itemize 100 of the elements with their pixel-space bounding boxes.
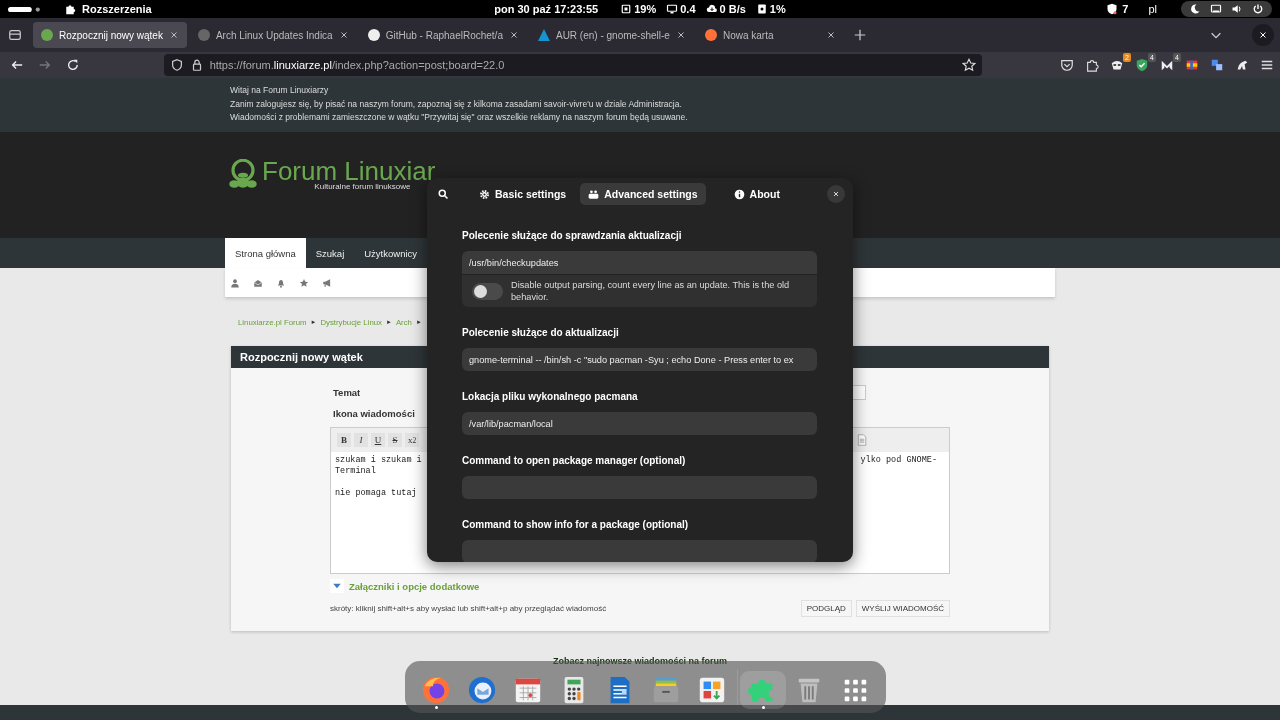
indicator-value[interactable]: 0.4 — [680, 3, 696, 15]
close-button[interactable] — [1252, 24, 1274, 46]
puzzle-icon[interactable] — [1085, 58, 1099, 72]
format-button[interactable]: I — [354, 433, 368, 447]
new-tab-button[interactable] — [852, 28, 867, 42]
archive-icon — [651, 675, 681, 705]
preview-button[interactable]: PODGLĄD — [800, 600, 852, 617]
indicator-value[interactable]: 19% — [634, 3, 657, 15]
site-icon — [537, 29, 550, 41]
toggle-label: Disable output parsing, count every line as an update. This is the old behavior. — [511, 279, 791, 303]
site-icon — [704, 29, 717, 41]
browser-tab[interactable]: Arch Linux Updates Indica — [189, 22, 357, 48]
people-icon — [588, 188, 600, 200]
security-count[interactable]: 7 — [1122, 3, 1129, 15]
bell-icon[interactable] — [276, 277, 286, 288]
close-button[interactable] — [827, 185, 845, 203]
close-icon[interactable] — [508, 30, 519, 40]
moon-icon — [1189, 3, 1201, 15]
extension-icon[interactable] — [1160, 58, 1174, 72]
reload-button[interactable] — [65, 58, 80, 72]
format-button[interactable]: B — [337, 433, 351, 447]
settings-tab[interactable]: Basic settings — [471, 183, 575, 205]
workspaces-icon[interactable] — [8, 5, 42, 13]
shield-icon[interactable] — [1106, 3, 1119, 15]
app-menu[interactable]: Rozszerzenia — [82, 3, 152, 15]
download-icon — [705, 3, 718, 15]
star-icon[interactable] — [962, 58, 976, 72]
keyboard-layout[interactable]: pl — [1148, 3, 1157, 15]
power-icon — [1252, 3, 1264, 15]
menu-tab[interactable]: Użytkownicy — [354, 238, 428, 268]
running-indicator — [434, 706, 438, 709]
field-label: Ikona wiadomości — [333, 408, 415, 419]
site-icon — [197, 29, 210, 41]
system-menu[interactable] — [1181, 1, 1272, 17]
volume-icon — [1231, 3, 1243, 15]
indicator-value[interactable]: 0 B/s — [719, 3, 746, 15]
monitor-icon — [666, 3, 679, 15]
back-button[interactable] — [10, 58, 24, 72]
browser-tab[interactable]: GitHub - RaphaelRochet/a — [359, 22, 527, 48]
tab-list-icon[interactable] — [8, 28, 22, 42]
bird-icon[interactable] — [1235, 58, 1249, 72]
format-button[interactable]: U — [371, 433, 385, 447]
site-icon — [41, 29, 53, 41]
setting-label: Command to show info for a package (optional) — [462, 519, 690, 530]
menu-tab[interactable]: Strona główna — [225, 238, 306, 268]
notice-text: Witaj na Forum Linuxiarzy — [230, 84, 330, 97]
software-store-icon — [697, 675, 727, 705]
shield-icon — [169, 58, 184, 72]
envelope-icon[interactable] — [253, 277, 263, 288]
toggle-switch[interactable] — [472, 282, 503, 300]
text-field[interactable]: /usr/bin/checkupdates — [462, 251, 817, 275]
caret-icon[interactable] — [330, 579, 344, 593]
pocket-icon[interactable] — [1060, 58, 1074, 72]
send-button[interactable]: WYŚLIJ WIADOMOŚĆ — [855, 600, 950, 617]
forum-logo-title: Forum Linuxiar — [262, 157, 436, 185]
setting-label: Command to open package manager (optional) — [462, 455, 687, 466]
star-icon[interactable] — [299, 277, 309, 288]
puzzle-icon — [64, 3, 76, 15]
browser-tab[interactable]: Rozpocznij nowy wątek — [33, 22, 187, 48]
clock[interactable]: pon 30 paź 17:23:55 — [494, 3, 599, 15]
format-button[interactable]: S — [388, 433, 402, 447]
close-icon[interactable] — [338, 30, 349, 40]
close-icon — [832, 190, 840, 198]
notice-text: Zanim zalogujesz się, by pisać na naszym forum, zapoznaj się z kilkoma zasadami savoir-vivre'u w dziale Administracja. — [230, 97, 683, 111]
settings-tab[interactable]: Advanced settings — [580, 183, 706, 205]
info-icon — [733, 188, 745, 200]
running-indicator — [761, 706, 765, 709]
close-icon — [1258, 30, 1268, 40]
display-icon — [1210, 3, 1222, 15]
shield-icon[interactable] — [1135, 58, 1149, 72]
menu-icon[interactable] — [1260, 58, 1274, 72]
setting-label: Lokacja pliku wykonalnego pacmana — [462, 391, 639, 402]
browser-tab[interactable]: AUR (en) - gnome-shell-e — [529, 22, 694, 48]
menu-tab[interactable]: Szukaj — [305, 238, 355, 268]
flag-icon[interactable] — [1185, 58, 1199, 72]
text-field[interactable] — [462, 540, 817, 562]
search-icon[interactable] — [437, 188, 449, 200]
setting-label: Polecenie służące do sprawdzania aktualizacji — [462, 230, 683, 241]
translate-icon[interactable] — [1210, 58, 1224, 72]
shortcuts-hint: skróty: kliknij shift+alt+s aby wysłać lub shift+alt+p aby przeglądać wiadomość — [330, 604, 607, 613]
setting-label: Polecenie służące do aktualizacji — [462, 327, 620, 338]
site-icon — [367, 29, 380, 41]
text-field[interactable]: gnome-terminal -- /bin/sh -c "sudo pacman -Syu ; echo Done - Press enter to ex — [462, 348, 817, 371]
forum-tagline: Kulturalne forum linuksowe — [314, 182, 411, 191]
close-icon[interactable] — [168, 30, 179, 40]
url-text: https://forum.linuxiarze.pl/index.php?action=post;board=22.0 — [209, 59, 505, 71]
indicator-value[interactable]: 1% — [769, 3, 786, 15]
browser-tab[interactable]: Nowa karta — [696, 22, 844, 48]
megaphone-icon[interactable] — [322, 277, 332, 288]
address-bar[interactable]: https://forum.linuxiarze.pl/index.php?action=post;board=22.0 — [163, 54, 982, 76]
close-icon[interactable] — [675, 30, 686, 40]
close-icon[interactable] — [825, 30, 836, 40]
user-icon[interactable] — [230, 277, 240, 288]
notice-text: Wiadomości z problemami zamieszczone w wątku "Przywitaj się" oraz wszelkie reklamy na naszym forum będą usuwane. — [230, 111, 689, 124]
settings-tab[interactable]: About — [725, 183, 788, 205]
text-field[interactable]: /var/lib/pacman/local — [462, 412, 817, 435]
browser-icon — [421, 675, 451, 705]
field-label: Temat — [333, 387, 361, 398]
mail-icon — [467, 675, 497, 705]
extension-icon[interactable] — [1110, 58, 1124, 72]
